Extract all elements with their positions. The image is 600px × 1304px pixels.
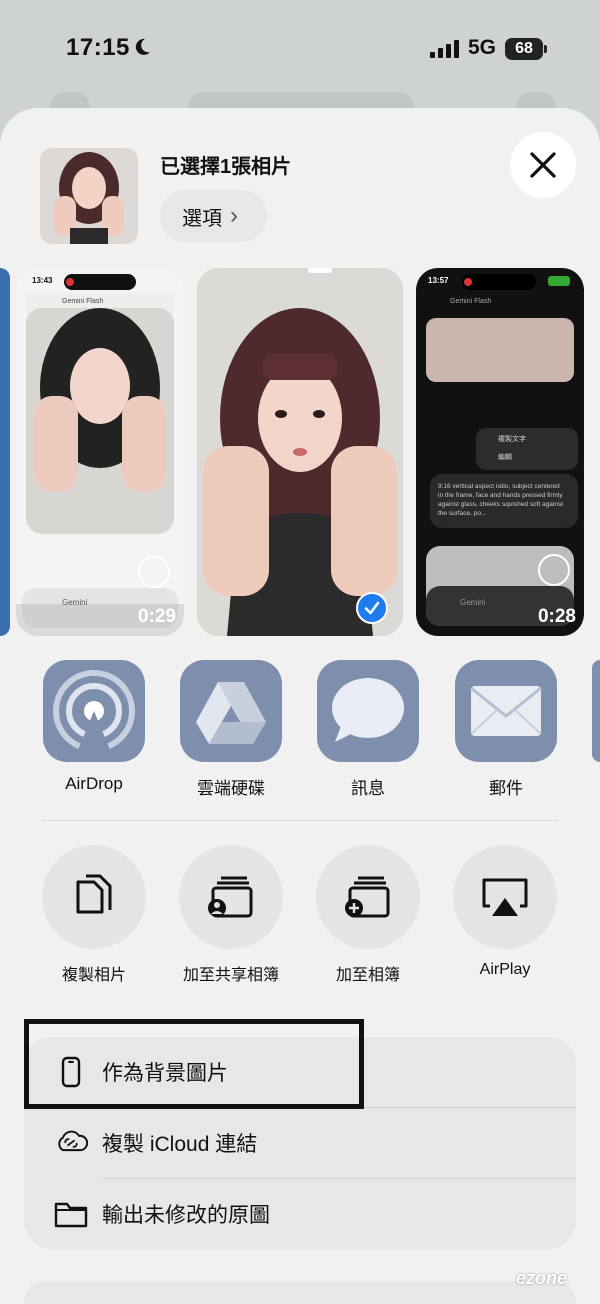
- video-duration: 0:29: [137, 606, 176, 627]
- photo-item[interactable]: 13:57 Gemini Flash 複製文字 編輯 9:16 vertical…: [416, 268, 584, 636]
- list-action-label: 複製 iCloud 連結: [102, 1133, 258, 1156]
- selected-photo-thumbnail: [40, 148, 138, 244]
- airdrop-icon: [43, 660, 145, 762]
- app-clock: 13:57: [428, 276, 449, 285]
- select-circle[interactable]: [538, 554, 570, 586]
- add-album-icon: [345, 876, 390, 918]
- share-app-label: 訊息: [351, 779, 385, 798]
- app-input-placeholder: Gemini: [62, 598, 88, 607]
- photo-item[interactable]: [0, 268, 10, 636]
- share-app-mail[interactable]: 郵件: [455, 660, 557, 799]
- more-actions-card[interactable]: [24, 1281, 576, 1304]
- highlight-box: [24, 1019, 364, 1109]
- status-time: 17:15: [66, 34, 130, 61]
- battery-tip: [544, 45, 547, 53]
- action-label: AirPlay: [479, 961, 531, 978]
- app-clock: 13:43: [32, 276, 53, 285]
- shared-album-icon: [208, 876, 253, 918]
- close-icon: [530, 152, 556, 178]
- share-app-messages[interactable]: 訊息: [317, 660, 419, 799]
- action-add-shared-album[interactable]: 加至共享相簿: [178, 845, 284, 985]
- list-action-export-original[interactable]: 輸出未修改的原圖: [24, 1179, 576, 1249]
- share-app-label: 郵件: [489, 779, 523, 798]
- network-type: 5G: [468, 36, 497, 59]
- share-app-drive[interactable]: 雲端硬碟: [180, 660, 282, 799]
- menu-edit: 編輯: [498, 454, 512, 461]
- action-add-album[interactable]: 加至相簿: [315, 845, 421, 985]
- selection-title: 已選擇1張相片: [160, 156, 292, 178]
- action-copy-photo[interactable]: 複製相片: [41, 845, 147, 985]
- share-app-label: AirDrop: [65, 774, 123, 793]
- checkmark-icon: [364, 601, 380, 615]
- options-button[interactable]: 選項 ›: [160, 190, 267, 242]
- folder-icon: [54, 1197, 88, 1231]
- chevron-right-icon: ›: [230, 202, 238, 229]
- watermark-logo: ezone: [516, 1268, 568, 1288]
- share-app-partial[interactable]: [592, 660, 600, 762]
- action-label: 加至共享相簿: [182, 967, 279, 984]
- options-label: 選項: [182, 207, 222, 230]
- app-title: Gemini Flash: [450, 298, 492, 305]
- menu-copy-text: 複製文字: [498, 436, 526, 443]
- messages-icon: [317, 660, 419, 762]
- share-app-label: 雲端硬碟: [197, 779, 265, 798]
- signal-icon: [430, 40, 459, 58]
- photo-handle: [308, 268, 332, 273]
- mail-icon: [455, 660, 557, 762]
- moon-icon: [135, 38, 150, 55]
- close-button[interactable]: [510, 132, 576, 198]
- app-title: Gemini Flash: [62, 298, 104, 305]
- video-duration: 0:28: [537, 606, 576, 627]
- copy-icon: [76, 874, 112, 914]
- status-bar: 17:15 5G 68: [0, 0, 600, 100]
- share-app-airdrop[interactable]: AirDrop: [43, 660, 145, 794]
- photo-item[interactable]: 13:43 Gemini Flash Gemini 0:29: [16, 268, 184, 636]
- app-input-placeholder: Gemini: [460, 598, 486, 607]
- action-airplay[interactable]: AirPlay: [452, 845, 558, 979]
- select-circle[interactable]: [138, 556, 170, 588]
- prompt-text: 9:16 vertical aspect ratio, subject cent…: [438, 483, 564, 517]
- list-action-copy-icloud-link[interactable]: 複製 iCloud 連結: [24, 1108, 576, 1178]
- drive-icon: [180, 660, 282, 762]
- action-label: 加至相簿: [335, 967, 400, 984]
- section-divider: [42, 820, 558, 821]
- photo-item-selected[interactable]: [197, 268, 403, 636]
- link-icon: [54, 1126, 88, 1160]
- selected-check[interactable]: [356, 592, 388, 624]
- list-action-label: 輸出未修改的原圖: [102, 1204, 270, 1227]
- action-label: 複製相片: [61, 967, 126, 984]
- airplay-icon: [482, 878, 528, 916]
- battery-indicator: 68: [505, 38, 543, 60]
